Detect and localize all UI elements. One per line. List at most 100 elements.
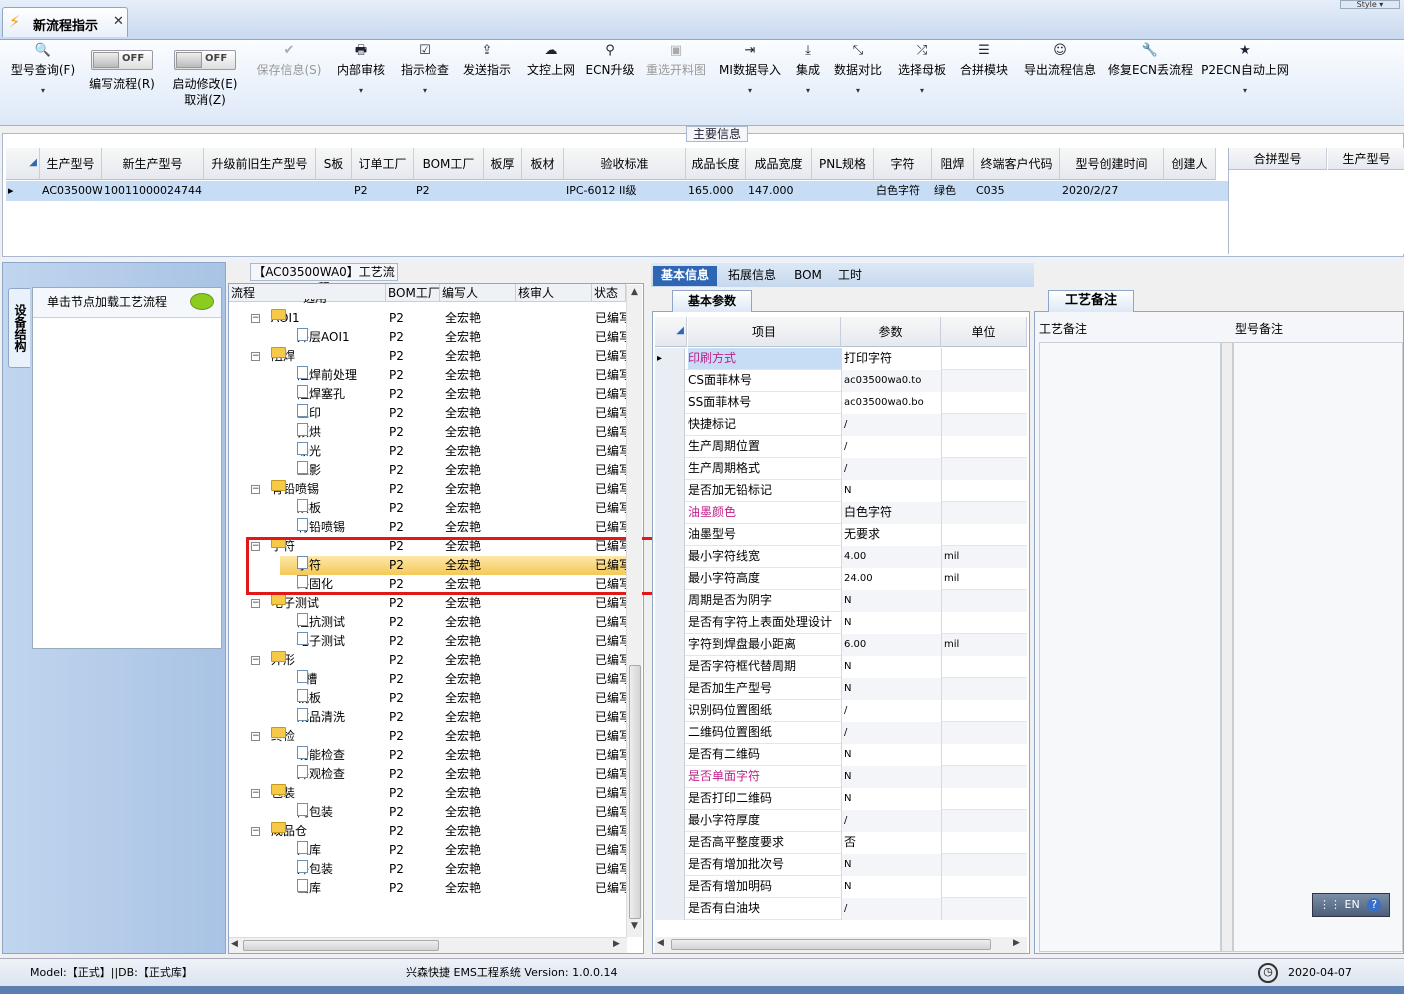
param-row[interactable]: 是否加生产型号 N [655, 678, 1027, 700]
grid-corner[interactable]: ◢ [6, 148, 40, 180]
row-header[interactable] [655, 634, 685, 656]
param-value[interactable]: 6.00 [841, 634, 941, 656]
grid-cell[interactable] [1166, 181, 1216, 201]
tree-row[interactable]: 功能检查 P2 全宏艳 已编写 [229, 746, 627, 765]
tree-row[interactable]: 曝光 P2 全宏艳 已编写 [229, 442, 627, 461]
tree-row[interactable]: 丝印 P2 全宏艳 已编写 [229, 404, 627, 423]
param-value[interactable]: 4.00 [841, 546, 941, 568]
row-header[interactable] [655, 568, 685, 590]
cancel-label[interactable]: 取消(Z) [166, 93, 244, 107]
tree-row[interactable]: 内包装 P2 全宏艳 已编写 [229, 803, 627, 822]
param-value[interactable]: N [841, 678, 941, 700]
param-value[interactable]: 无要求 [841, 524, 941, 546]
param-value[interactable]: / [841, 898, 941, 920]
tree-row[interactable]: − 有铅喷锡 P2 全宏艳 已编写 [229, 480, 627, 499]
internal-review-button[interactable]: 🖶 内部审核 ▾ [332, 40, 390, 124]
tree-row[interactable]: 出库 P2 全宏艳 已编写 [229, 879, 627, 898]
param-value[interactable]: N [841, 876, 941, 898]
grid-cell[interactable] [524, 181, 564, 201]
column-header[interactable]: 板材 [522, 148, 564, 180]
doc-online-button[interactable]: ☁ 文控上网 [522, 40, 580, 124]
process-notes-textarea[interactable] [1039, 342, 1221, 952]
toggle-switch[interactable]: OFF [91, 50, 153, 70]
param-value[interactable]: 24.00 [841, 568, 941, 590]
param-value[interactable]: N [841, 854, 941, 876]
column-header[interactable]: BOM工厂 [414, 148, 484, 180]
tree-row[interactable]: 有铅喷锡 P2 全宏艳 已编写 [229, 518, 627, 537]
tab-extended-info[interactable]: 拓展信息 [722, 266, 782, 286]
column-header[interactable]: 终端客户代码 [974, 148, 1060, 180]
scroll-thumb[interactable] [671, 939, 991, 950]
column-header[interactable]: 型号创建时间 [1060, 148, 1164, 180]
integrate-button[interactable]: ⤓ 集成 ▾ [790, 40, 826, 124]
param-value[interactable]: / [841, 458, 941, 480]
grid-cell[interactable]: 2020/2/27 [1062, 181, 1164, 201]
tree-row[interactable]: 铣板 P2 全宏艳 已编写 [229, 689, 627, 708]
tree-row[interactable]: 显影 P2 全宏艳 已编写 [229, 461, 627, 480]
param-value[interactable]: / [841, 700, 941, 722]
grid-corner[interactable]: ◢ [655, 317, 687, 347]
column-header[interactable]: PNL规格 [812, 148, 874, 180]
row-header[interactable] [655, 612, 685, 634]
param-row[interactable]: 字符到焊盘最小距离 6.00 mil [655, 634, 1027, 656]
grid-cell[interactable] [206, 181, 316, 201]
tree-row[interactable]: −外形P2全宏艳已编写 [229, 651, 627, 670]
row-header[interactable] [655, 370, 685, 392]
row-header[interactable]: ▸ [655, 348, 685, 370]
row-header[interactable] [655, 766, 685, 788]
ecn-upgrade-button[interactable]: ⚲ ECN升级 [584, 40, 636, 124]
row-header[interactable] [655, 722, 685, 744]
param-row[interactable]: 最小字符高度 24.00 mil [655, 568, 1027, 590]
collapse-icon[interactable]: − [251, 599, 260, 608]
model-notes-textarea[interactable] [1233, 342, 1403, 952]
param-value[interactable]: N [841, 656, 941, 678]
param-row[interactable]: 生产周期格式 / [655, 458, 1027, 480]
param-value[interactable]: 白色字符 [841, 502, 941, 524]
save-button[interactable]: ✔ 保存信息(S) [252, 40, 326, 124]
scroll-thumb[interactable] [243, 940, 439, 951]
param-value[interactable]: N [841, 590, 941, 612]
column-header[interactable]: 创建人 [1164, 148, 1216, 180]
data-compare-button[interactable]: ⤡ 数据对比 ▾ [832, 40, 884, 124]
row-header[interactable] [655, 414, 685, 436]
param-row[interactable]: 最小字符厚度 / [655, 810, 1027, 832]
param-value[interactable]: 打印字符 [841, 348, 941, 370]
tree-row[interactable]: −终检P2全宏艳已编写 [229, 727, 627, 746]
scroll-left-icon[interactable]: ◀ [231, 939, 238, 949]
indication-check-button[interactable]: ☑ 指示检查 ▾ [396, 40, 454, 124]
grid-cell[interactable]: AC03500WA0 [42, 181, 102, 201]
tree-row[interactable]: 预烘 P2 全宏艳 已编写 [229, 423, 627, 442]
column-header[interactable]: 字符 [874, 148, 932, 180]
fix-ecn-button[interactable]: 🔧 修复ECN丢流程 [1108, 40, 1193, 124]
p2ecn-button[interactable]: ★ P2ECN自动上网 ▾ [1200, 40, 1290, 124]
collapse-icon[interactable]: − [251, 656, 260, 665]
row-header[interactable] [655, 590, 685, 612]
grid-cell[interactable]: 165.000 [688, 181, 746, 201]
row-header[interactable] [655, 744, 685, 766]
tree-row[interactable]: 成品清洗 P2 全宏艳 已编写 [229, 708, 627, 727]
param-row[interactable]: 是否加无铅标记 N [655, 480, 1027, 502]
row-header[interactable] [655, 546, 685, 568]
column-header-value[interactable]: 参数 [841, 317, 941, 347]
column-header[interactable]: 成品长度 [686, 148, 746, 180]
param-row[interactable]: 识别码位置图纸 / [655, 700, 1027, 722]
tree-row[interactable]: 电子测试 P2 全宏艳 已编写 [229, 632, 627, 651]
param-row[interactable]: 是否有字符上表面处理设计 N [655, 612, 1027, 634]
column-header-item[interactable]: 项目 [688, 317, 841, 347]
tree-row[interactable]: 外层AOI1 P2 全宏艳 已编写 [229, 328, 627, 347]
param-row[interactable]: 二维码位置图纸 / [655, 722, 1027, 744]
scroll-right-icon[interactable]: ▶ [613, 939, 620, 949]
tree-row[interactable]: − 成品仓 P2 全宏艳 已编写 [229, 822, 627, 841]
tree-row[interactable]: 入库 P2 全宏艳 已编写 [229, 841, 627, 860]
param-row[interactable]: 是否单面字符 N [655, 766, 1027, 788]
param-row[interactable]: 是否高平整度要求 否 [655, 832, 1027, 854]
merge-module-button[interactable]: ☰ 合拼模块 [956, 40, 1012, 124]
notes-scrollbar[interactable] [1221, 342, 1233, 952]
param-row[interactable]: SS面菲林号 ac03500wa0.bo [655, 392, 1027, 414]
start-modify-toggle[interactable]: OFF 启动修改(E) 取消(Z) [166, 40, 244, 124]
export-flow-button[interactable]: ☺ 导出流程信息 [1020, 40, 1100, 124]
param-row[interactable]: 最小字符线宽 4.00 mil [655, 546, 1027, 568]
close-icon[interactable]: ✕ [113, 14, 124, 29]
select-motherboard-button[interactable]: ⤮ 选择母板 ▾ [894, 40, 950, 124]
row-header[interactable] [655, 700, 685, 722]
